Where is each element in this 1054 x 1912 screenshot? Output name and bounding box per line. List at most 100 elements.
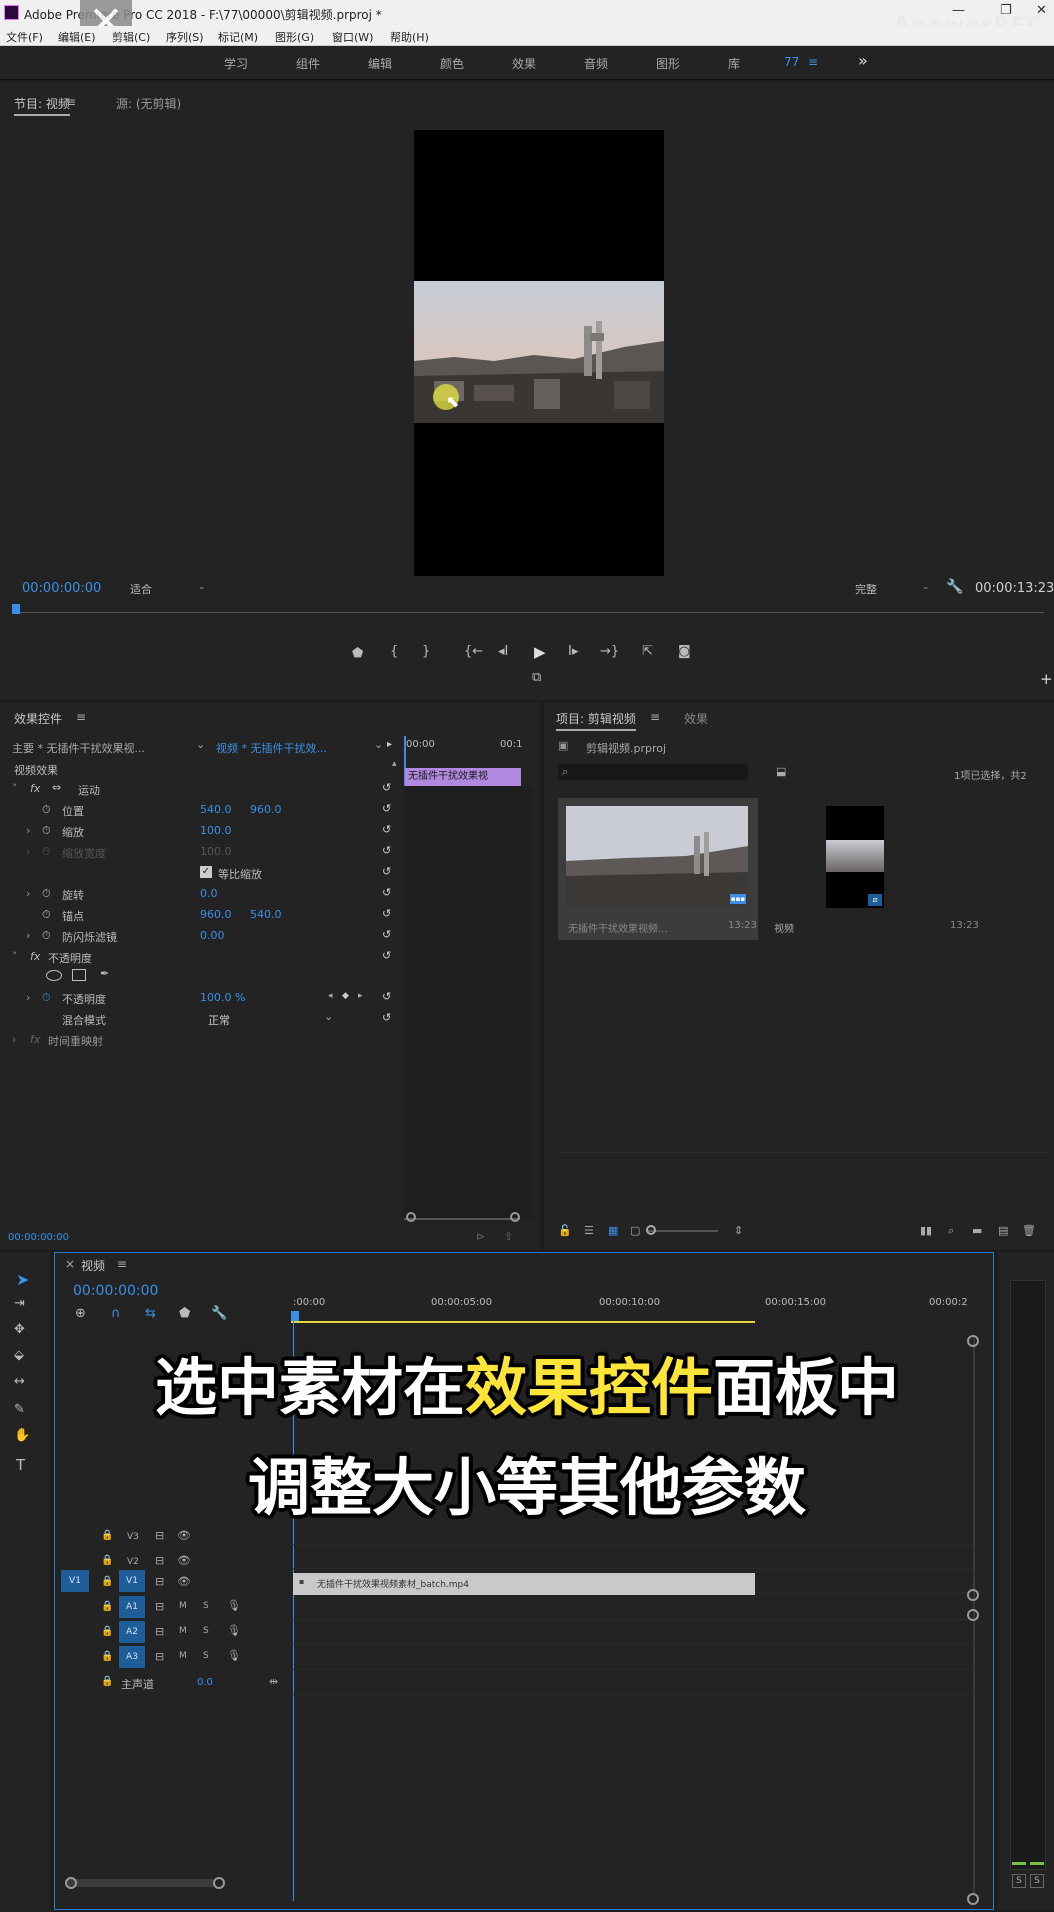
a1-sync-icon[interactable]: ⊟ bbox=[155, 1600, 164, 1613]
freeform-view-icon[interactable]: ▢ bbox=[630, 1224, 640, 1237]
position-y[interactable]: 960.0 bbox=[250, 803, 282, 816]
ws-libraries[interactable]: 库 bbox=[728, 55, 740, 72]
a1-lock-icon[interactable]: 🔒 bbox=[101, 1601, 113, 1612]
a3-lock-icon[interactable]: 🔒 bbox=[101, 1651, 113, 1662]
h-scroll-handle-left[interactable] bbox=[65, 1877, 77, 1889]
v2-label[interactable]: V2 bbox=[127, 1557, 139, 1567]
timeline-marker-icon[interactable]: ⬟ bbox=[179, 1306, 190, 1321]
linked-selection-icon[interactable]: ⇆ bbox=[145, 1306, 156, 1321]
rotation-stopwatch-icon[interactable]: ⏱ bbox=[42, 887, 51, 901]
snap-icon[interactable]: ∩ bbox=[111, 1306, 121, 1321]
wrench-icon[interactable]: 🔧 bbox=[946, 579, 963, 595]
a3-label[interactable]: A3 bbox=[119, 1646, 145, 1668]
menu-sequence[interactable]: 序列(S) bbox=[166, 29, 204, 45]
new-bin-icon[interactable]: ▬ bbox=[972, 1224, 982, 1237]
v1-sync-icon[interactable]: ⊟ bbox=[155, 1575, 164, 1588]
opacity-value[interactable]: 100.0 % bbox=[200, 991, 245, 1004]
v2-sync-icon[interactable]: ⊟ bbox=[155, 1554, 164, 1567]
ws-learn[interactable]: 学习 bbox=[224, 55, 248, 72]
a3-mute-icon[interactable]: M bbox=[179, 1651, 187, 1661]
track-row-a3[interactable] bbox=[291, 1646, 973, 1670]
position-reset-icon[interactable]: ↺ bbox=[382, 802, 391, 815]
a2-solo-icon[interactable]: S bbox=[203, 1626, 209, 1636]
a3-solo-icon[interactable]: S bbox=[203, 1651, 209, 1661]
new-bin-from-search-icon[interactable]: ⬓ bbox=[776, 765, 786, 778]
master-chevron-icon[interactable]: ⌄ bbox=[196, 738, 205, 751]
ws-graphics[interactable]: 图形 bbox=[656, 55, 680, 72]
pen-mask-icon[interactable]: ✒ bbox=[100, 967, 109, 980]
opacity-stopwatch-icon[interactable]: ⏱ bbox=[42, 991, 51, 1005]
fit-dropdown[interactable]: 适合 bbox=[130, 581, 152, 597]
uniform-scale-checkbox[interactable]: ✓ bbox=[200, 866, 212, 878]
ec-zoom-handle-left[interactable] bbox=[406, 1212, 416, 1222]
effect-controls-menu-icon[interactable]: ≡ bbox=[76, 710, 86, 724]
rectangle-mask-icon[interactable] bbox=[72, 969, 86, 981]
v2-eye-icon[interactable]: 👁 bbox=[177, 1554, 191, 1567]
next-keyframe-icon[interactable]: ▸ bbox=[358, 991, 363, 1001]
ws-color[interactable]: 颜色 bbox=[440, 55, 464, 72]
menu-marker[interactable]: 标记(M) bbox=[218, 29, 258, 45]
a1-mic-icon[interactable]: 🎙 bbox=[227, 1599, 241, 1612]
new-item-icon[interactable]: ▤ bbox=[998, 1224, 1008, 1237]
clip-selector[interactable]: 视频 * 无插件干扰效... bbox=[216, 740, 327, 756]
h-scroll-handle-right[interactable] bbox=[213, 1877, 225, 1889]
meter-solo-left[interactable]: S bbox=[1012, 1874, 1026, 1888]
anchor-stopwatch-icon[interactable]: ⏱ bbox=[42, 908, 51, 922]
program-scrub-bar[interactable] bbox=[14, 612, 1044, 613]
program-playhead[interactable] bbox=[12, 604, 20, 614]
v1-source-patch[interactable]: V1 bbox=[61, 1570, 89, 1592]
flicker-stopwatch-icon[interactable]: ⏱ bbox=[42, 929, 51, 943]
sort-icons-icon[interactable]: ⇕ bbox=[734, 1224, 743, 1237]
icon-view-icon[interactable]: ▦ bbox=[608, 1224, 618, 1237]
a2-mic-icon[interactable]: 🎙 bbox=[227, 1624, 241, 1637]
ws-editing[interactable]: 编辑 bbox=[368, 55, 392, 72]
project-menu-icon[interactable]: ≡ bbox=[650, 710, 660, 724]
selection-tool-icon[interactable]: ➤ bbox=[16, 1270, 29, 1289]
opacity-section-reset-icon[interactable]: ↺ bbox=[382, 949, 391, 962]
expand-timeline-icon[interactable]: ▸ bbox=[387, 739, 392, 750]
motion-reset-icon[interactable]: ↺ bbox=[382, 781, 391, 794]
master-track-value[interactable]: 0.0 bbox=[197, 1677, 213, 1688]
program-menu-icon[interactable]: ≡ bbox=[66, 95, 76, 109]
lock-icon[interactable]: 🔓 bbox=[558, 1224, 572, 1237]
blend-mode-dropdown[interactable]: 正常 bbox=[208, 1012, 230, 1028]
a2-label[interactable]: A2 bbox=[119, 1621, 145, 1643]
ec-export-icon[interactable]: ⇪ bbox=[504, 1230, 513, 1243]
nest-icon[interactable]: ⊕ bbox=[75, 1306, 86, 1321]
timeline-settings-icon[interactable]: 🔧 bbox=[211, 1306, 227, 1321]
project-item-2[interactable]: ⧄ 视频 13:23 bbox=[770, 798, 979, 940]
ws-assembly[interactable]: 组件 bbox=[296, 55, 320, 72]
ws-menu-icon[interactable]: ≡ bbox=[808, 55, 818, 69]
v1-label[interactable]: V1 bbox=[119, 1570, 145, 1592]
scale-value[interactable]: 100.0 bbox=[200, 824, 232, 837]
v-scroll-handle-mid[interactable] bbox=[967, 1589, 979, 1601]
motion-transform-icon[interactable]: ⇔ bbox=[52, 781, 61, 794]
menu-file[interactable]: 文件(F) bbox=[6, 29, 43, 45]
tab-project[interactable]: 项目: 剪辑视频 bbox=[556, 710, 636, 731]
export-frame-icon[interactable]: ◙ bbox=[678, 644, 691, 659]
a1-label[interactable]: A1 bbox=[119, 1596, 145, 1618]
menu-window[interactable]: 窗口(W) bbox=[332, 29, 373, 45]
play-icon[interactable]: ▶ bbox=[534, 643, 546, 661]
timeline-timecode[interactable]: 00:00:00:00 bbox=[73, 1283, 158, 1299]
flicker-reset-icon[interactable]: ↺ bbox=[382, 928, 391, 941]
ws-more-icon[interactable]: » bbox=[858, 51, 868, 70]
anchor-y[interactable]: 540.0 bbox=[250, 908, 282, 921]
v2-lock-icon[interactable]: 🔒 bbox=[101, 1555, 113, 1566]
quality-dropdown[interactable]: 完整 bbox=[855, 581, 877, 597]
ec-scroll-up-icon[interactable]: ▴ bbox=[392, 759, 397, 769]
mark-in-icon[interactable]: { bbox=[390, 644, 398, 659]
scale-reset-icon[interactable]: ↺ bbox=[382, 823, 391, 836]
go-to-out-icon[interactable]: →} bbox=[600, 644, 619, 659]
ws-effects[interactable]: 效果 bbox=[512, 55, 536, 72]
blend-reset-icon[interactable]: ↺ bbox=[382, 1011, 391, 1024]
ec-keyframe-area[interactable] bbox=[404, 786, 532, 1218]
scale-expand-icon[interactable]: › bbox=[26, 824, 30, 837]
ws-audio[interactable]: 音频 bbox=[584, 55, 608, 72]
ripple-edit-tool-icon[interactable]: ✥ bbox=[14, 1322, 25, 1337]
position-stopwatch-icon[interactable]: ⏱ bbox=[42, 803, 51, 817]
a3-mic-icon[interactable]: 🎙 bbox=[227, 1649, 241, 1662]
flicker-expand-icon[interactable]: › bbox=[26, 929, 30, 942]
insert-icon[interactable]: ⇱ bbox=[642, 644, 653, 659]
master-meter-icon[interactable]: ⇹ bbox=[269, 1675, 278, 1688]
